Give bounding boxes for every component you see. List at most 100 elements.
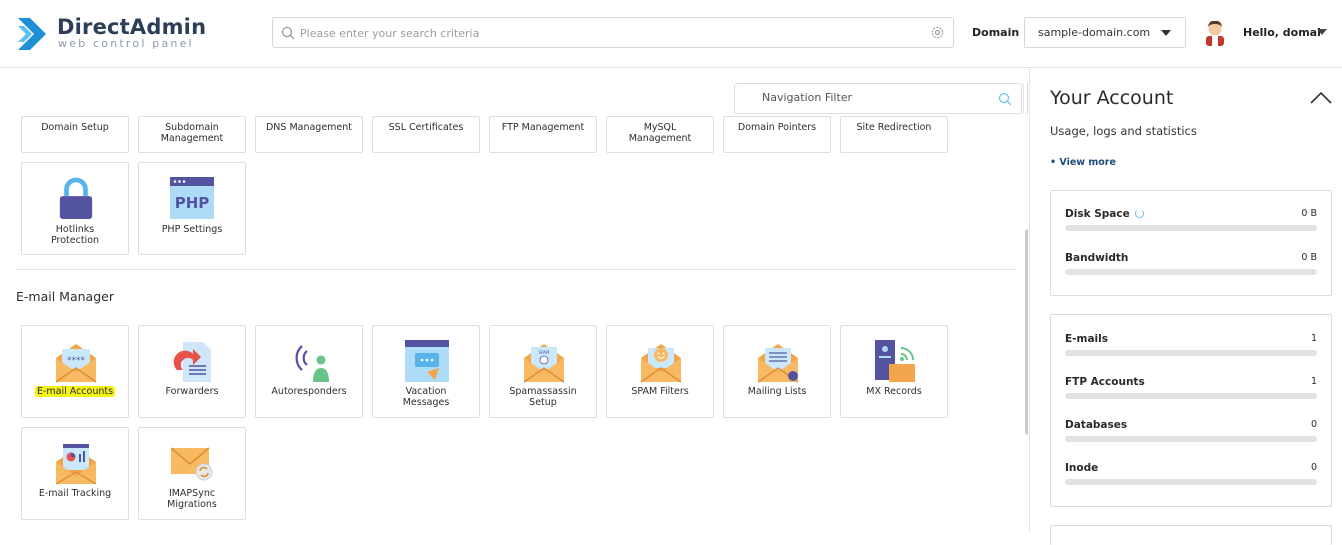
top-header: DirectAdmin web control panel Domain sam…	[0, 0, 1342, 68]
user-greeting[interactable]: Hello, domai	[1243, 26, 1321, 39]
lock-icon	[59, 177, 93, 219]
tile-label: SSL Certificates	[388, 122, 464, 133]
count-stat-ftp-accounts: FTP Accounts 1	[1065, 376, 1317, 404]
tile-site-redirection[interactable]: Site Redirection	[840, 116, 948, 153]
tile-domain-setup[interactable]: Domain Setup	[21, 116, 129, 153]
tile-label: Mailing Lists	[747, 386, 807, 397]
tile-label: PHP Settings	[161, 224, 223, 235]
email-manager-title: E-mail Manager	[16, 289, 114, 304]
tile-label: Vacation Messages	[402, 386, 450, 408]
tile-label: Forwarders	[165, 386, 219, 397]
progress-bar	[1065, 479, 1317, 485]
tile-label: Spamassassin Setup	[509, 386, 577, 408]
tile-vacation-messages[interactable]: Vacation Messages	[372, 325, 480, 418]
logo-subtitle: web control panel	[58, 37, 194, 50]
tile-php-settings[interactable]: PHP PHP Settings	[138, 162, 246, 255]
stat-label: Databases	[1065, 419, 1128, 431]
php-icon: PHP	[170, 177, 214, 219]
view-more-link[interactable]: • View more	[1050, 157, 1116, 168]
tile-hotlinks-protection[interactable]: Hotlinks Protection	[21, 162, 129, 255]
progress-bar	[1065, 350, 1317, 356]
global-search[interactable]	[272, 17, 954, 48]
progress-bar	[1065, 225, 1317, 231]
highlighted-label: E-mail Accounts	[34, 386, 116, 397]
svg-text:****: ****	[67, 356, 86, 366]
stat-label: E-mails	[1065, 333, 1109, 345]
tile-email-accounts[interactable]: **** E-mail Accounts	[21, 325, 129, 418]
count-stat-inode: Inode 0	[1065, 462, 1317, 490]
tile-imapsync-migrations[interactable]: IMAPSync Migrations	[138, 427, 246, 520]
divider	[1023, 83, 1024, 114]
tile-label: DNS Management	[265, 122, 353, 133]
tile-mysql-management[interactable]: MySQL Management	[606, 116, 714, 153]
php-icon-text: PHP	[175, 194, 210, 212]
tile-ssl-certificates[interactable]: SSL Certificates	[372, 116, 480, 153]
tile-subdomain-management[interactable]: Subdomain Management	[138, 116, 246, 153]
forwarders-icon	[173, 342, 211, 382]
search-icon	[998, 92, 1012, 106]
email-tracking-icon	[55, 444, 97, 485]
tile-email-tracking[interactable]: E-mail Tracking	[21, 427, 129, 520]
tile-label: FTP Management	[501, 122, 585, 133]
tile-label: Site Redirection	[856, 122, 932, 133]
tile-label: Domain Pointers	[737, 122, 817, 133]
stat-label: Inode	[1065, 462, 1099, 474]
autoresponders-icon	[295, 345, 329, 382]
svg-text:SPAM: SPAM	[539, 350, 550, 355]
tile-ftp-management[interactable]: FTP Management	[489, 116, 597, 153]
tile-forwarders[interactable]: Forwarders	[138, 325, 246, 418]
your-account-subtitle: Usage, logs and statistics	[1050, 124, 1197, 138]
tile-label: E-mail Tracking	[38, 488, 112, 499]
stat-value: 0 B	[1301, 208, 1317, 219]
usage-stat-bandwidth: Bandwidth 0 B	[1065, 252, 1317, 280]
tile-label: Autoresponders	[271, 386, 347, 397]
tile-domain-pointers[interactable]: Domain Pointers	[723, 116, 831, 153]
avatar[interactable]	[1203, 18, 1227, 46]
chevron-down-icon	[1161, 30, 1171, 36]
your-account-title: Your Account	[1050, 87, 1174, 109]
search-icon	[281, 26, 295, 40]
tile-label: IMAPSync Migrations	[167, 488, 217, 510]
chevron-up-icon[interactable]	[1309, 91, 1333, 105]
content-scrollbar[interactable]	[1025, 229, 1028, 435]
stat-value: 0 B	[1301, 252, 1317, 263]
tile-mailing-lists[interactable]: Mailing Lists	[723, 325, 831, 418]
directadmin-logo[interactable]: DirectAdmin web control panel	[16, 14, 206, 54]
domain-select[interactable]: sample-domain.com	[1024, 17, 1186, 48]
stat-label: FTP Accounts	[1065, 376, 1145, 388]
tile-spamassassin-setup[interactable]: SPAM Spamassassin Setup	[489, 325, 597, 418]
user-menu-chevron-icon[interactable]	[1317, 29, 1327, 35]
tile-dns-management[interactable]: DNS Management	[255, 116, 363, 153]
spamassassin-icon: SPAM	[523, 344, 565, 383]
domain-label: Domain	[972, 26, 1020, 39]
mx-records-icon	[875, 340, 915, 382]
domain-select-value: sample-domain.com	[1038, 26, 1151, 39]
tile-label: Domain Setup	[41, 122, 109, 133]
stat-value: 0	[1310, 462, 1317, 473]
progress-bar	[1065, 436, 1317, 442]
tile-label: Subdomain Management	[160, 122, 224, 144]
tile-mx-records[interactable]: MX Records	[840, 325, 948, 418]
navigation-filter-input[interactable]	[762, 91, 982, 104]
counts-card: E-mails 1 FTP Accounts 1 Databases 0 Ino…	[1050, 314, 1332, 507]
stat-label: Bandwidth	[1065, 252, 1129, 264]
usage-card: Disk Space 0 B Bandwidth 0 B	[1050, 190, 1332, 296]
usage-stat-disk-space: Disk Space 0 B	[1065, 208, 1317, 236]
tile-label: Hotlinks Protection	[50, 224, 100, 246]
search-input[interactable]	[300, 24, 920, 42]
progress-bar	[1065, 269, 1317, 275]
navigation-filter[interactable]	[734, 83, 1022, 114]
divider	[1027, 83, 1028, 114]
section-divider	[16, 269, 1016, 270]
tile-label: E-mail Accounts	[24, 386, 126, 398]
gear-icon[interactable]	[930, 25, 945, 40]
tile-spam-filters[interactable]: SPAM Filters	[606, 325, 714, 418]
count-stat-emails: E-mails 1	[1065, 333, 1317, 361]
next-card	[1050, 525, 1332, 545]
spam-filters-icon	[640, 344, 682, 383]
loading-spinner-icon	[1134, 209, 1144, 218]
stat-value: 1	[1310, 333, 1317, 344]
tile-autoresponders[interactable]: Autoresponders	[255, 325, 363, 418]
your-account-panel: Your Account Usage, logs and statistics …	[1029, 69, 1342, 545]
stat-value: 1	[1310, 376, 1317, 387]
